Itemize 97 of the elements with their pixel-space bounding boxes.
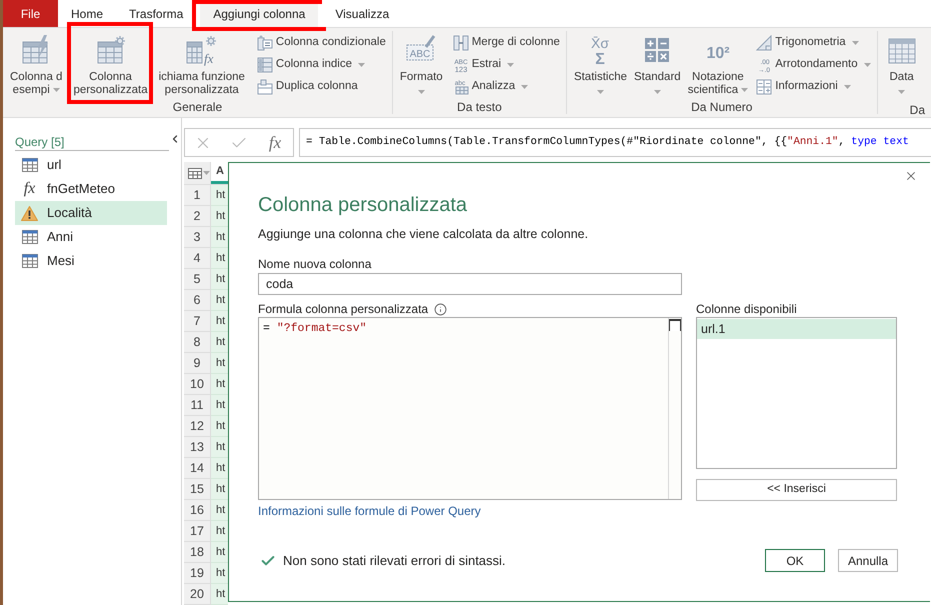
duplicate-column-icon <box>256 79 273 95</box>
row-number: 17 <box>184 521 211 542</box>
row-number: 11 <box>184 395 211 416</box>
table-cell: ht <box>211 395 228 416</box>
ribbon-group-label: Da Numero <box>691 100 752 114</box>
table-cell: ht <box>211 563 228 584</box>
caret-icon <box>203 171 210 175</box>
table-cell: ht <box>211 290 228 311</box>
formula-editor[interactable]: = "?format=csv" <box>258 317 682 500</box>
field-label: Formula colonna personalizzata <box>258 302 428 316</box>
table-gear-icon <box>94 34 127 66</box>
ribbon-button[interactable]: Colonna condizionale <box>256 32 387 54</box>
table-cell: ht <box>211 353 228 374</box>
row-number: 18 <box>184 542 211 563</box>
ribbon-button[interactable]: Standard <box>632 28 683 103</box>
row-number: 12 <box>184 416 211 437</box>
ribbon-group-label: Da testo <box>457 100 502 114</box>
function-icon: fx <box>24 181 36 197</box>
table-cell: ht <box>211 248 228 269</box>
row-number: 15 <box>184 479 211 500</box>
merge-columns-icon <box>452 35 469 51</box>
statistics-icon: X̄σ Σ <box>584 34 616 66</box>
ribbon-group-label: Da <box>910 103 925 117</box>
row-number: 20 <box>184 584 211 605</box>
ribbon-tab[interactable]: File <box>3 0 58 27</box>
ribbon-button[interactable]: ABC Formato <box>398 28 445 103</box>
row-number: 8 <box>184 332 211 353</box>
row-number: 5 <box>184 269 211 290</box>
table-cell: ht <box>211 185 228 206</box>
insert-button[interactable]: << Inserisci <box>696 479 897 501</box>
dialog-title: Colonna personalizzata <box>258 193 468 217</box>
ribbon-group-label: Generale <box>172 100 222 114</box>
ribbon-button[interactable]: Duplica colonna <box>256 76 359 98</box>
table-cell: ht <box>211 374 228 395</box>
table-icon <box>22 230 38 244</box>
table-cell: ht <box>211 311 228 332</box>
table-cell: ht <box>211 458 228 479</box>
close-icon <box>904 169 918 183</box>
ribbon-button[interactable]: Trigonometria <box>755 32 860 54</box>
close-button[interactable] <box>904 169 918 183</box>
ribbon-button[interactable]: 10² Notazione scientifica <box>686 28 750 103</box>
table-menu-button[interactable] <box>184 162 211 184</box>
index-column-icon <box>256 57 273 73</box>
table-cell: ht <box>211 206 228 227</box>
ribbon-button[interactable]: Colonna personalizzata <box>71 28 150 103</box>
ok-button[interactable]: OK <box>765 549 825 572</box>
column-name-field[interactable]: coda <box>258 273 682 295</box>
row-number: 4 <box>184 248 211 269</box>
ribbon-button[interactable]: Informazioni <box>755 76 852 98</box>
query-item[interactable]: Località <box>15 201 167 225</box>
table-cell: ht <box>211 332 228 353</box>
table-icon <box>22 254 38 268</box>
table-cell: ht <box>211 479 228 500</box>
number-grid-icon <box>756 79 772 95</box>
conditional-column-icon <box>256 35 273 51</box>
row-number: 14 <box>184 458 211 479</box>
ribbon-button[interactable]: Colonna d esempi <box>8 28 64 103</box>
function-button[interactable]: fx <box>257 130 293 156</box>
table-cell: ht <box>211 269 228 290</box>
field-label: Colonne disponibili <box>696 302 797 316</box>
formula-input[interactable]: = Table.CombineColumns(Table.TransformColumnTypes(#"Riordinate colonne", {{"Anni.1", type text <box>299 128 931 157</box>
info-icon <box>434 302 448 316</box>
table-cell: ht <box>211 542 228 563</box>
row-number: 9 <box>184 353 211 374</box>
row-number: 1 <box>184 185 211 206</box>
column-list-item[interactable]: url.1 <box>697 319 896 339</box>
table-icon <box>22 158 38 172</box>
row-number: 10 <box>184 374 211 395</box>
scrollbar[interactable] <box>668 318 681 499</box>
row-number: 13 <box>184 437 211 458</box>
row-number: 6 <box>184 290 211 311</box>
help-link[interactable]: Informazioni sulle formule di Power Query <box>258 504 481 518</box>
power-of-ten-icon: 10² <box>702 34 734 66</box>
table-cell: ht <box>211 584 228 605</box>
table-cell: ht <box>211 521 228 542</box>
ribbon-button[interactable]: Colonna indice <box>256 54 366 76</box>
ribbon-button[interactable]: Merge di colonne <box>452 32 561 54</box>
row-number: 19 <box>184 563 211 584</box>
ribbon-button[interactable]: Data <box>884 28 920 103</box>
syntax-status: Non sono stati rilevati errori di sintassi. <box>283 552 506 570</box>
row-number: 7 <box>184 311 211 332</box>
table-icon <box>188 168 202 178</box>
dialog-description: Aggiunge una colonna che viene calcolata da altre colonne. <box>258 227 588 242</box>
cancel-button[interactable]: Annulla <box>838 549 898 572</box>
row-number: 2 <box>184 206 211 227</box>
ribbon-button[interactable]: fx ichiama funzione personalizzata <box>156 28 247 103</box>
row-number: 3 <box>184 227 211 248</box>
table-cell: ht <box>211 437 228 458</box>
row-number: 16 <box>184 500 211 521</box>
warning-icon <box>21 206 38 220</box>
field-label: Nome nuova colonna <box>258 257 372 271</box>
table-cell: ht <box>211 416 228 437</box>
ribbon-button[interactable]: X̄σ Σ Statistiche <box>572 28 629 103</box>
table-cell: ht <box>211 500 228 521</box>
table-cell: ht <box>211 227 228 248</box>
query-list-title: Query [5] <box>15 135 64 149</box>
triangle-ruler-icon <box>756 35 772 51</box>
